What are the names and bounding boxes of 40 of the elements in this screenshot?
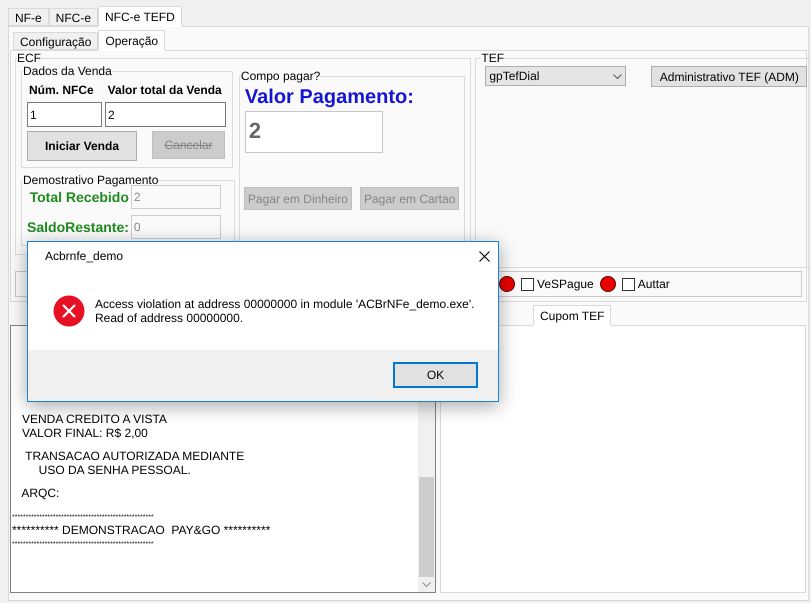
error-icon bbox=[53, 295, 85, 327]
field-label: Total Recebido bbox=[30, 188, 129, 206]
checkbox-label: VeSPague bbox=[537, 276, 594, 293]
group-title: Demostrativo Pagamento bbox=[23, 174, 158, 187]
receipt-line: ********** DEMONSTRACAO PAY&GO ********** bbox=[12, 524, 272, 538]
group-title: ECF bbox=[17, 52, 41, 65]
receipt-line: USO DA SENHA PESSOAL. bbox=[38, 464, 192, 477]
admin-button[interactable]: Administrativo TEF (ADM) bbox=[651, 66, 808, 87]
input-field[interactable]: 2 bbox=[105, 102, 226, 127]
error-message: Read of address 00000000. bbox=[95, 311, 244, 325]
checkbox[interactable] bbox=[622, 278, 635, 290]
tab[interactable]: Cupom TEF bbox=[533, 305, 612, 326]
tab[interactable]: NF-e bbox=[8, 8, 49, 26]
field-label: Núm. NFCe bbox=[29, 82, 94, 99]
field-label: Valor total da Venda bbox=[108, 82, 222, 99]
amount-label: Valor Pagamento: bbox=[244, 85, 415, 109]
chevron-down-icon bbox=[613, 74, 622, 78]
ok-button[interactable]: OK bbox=[393, 362, 478, 388]
checkbox[interactable] bbox=[521, 278, 534, 290]
receipt-line: VENDA CREDITO A VISTA bbox=[21, 413, 168, 426]
group-title: Dados da Venda bbox=[23, 65, 112, 78]
amount-display: 2 bbox=[244, 111, 383, 153]
checkbox-label: Auttar bbox=[638, 276, 670, 293]
receipt-line: TRANSACAO AUTORIZADA MEDIANTE bbox=[24, 450, 246, 464]
tab[interactable]: NFC-e TEFD bbox=[98, 6, 182, 27]
receipt-line: ARQC: bbox=[20, 487, 60, 500]
group-title: Compo pagar? bbox=[240, 70, 320, 83]
dropdown[interactable]: gpTefDial bbox=[485, 66, 626, 86]
error-message: Access violation at address 00000000 in module 'ACBrNFe_demo.exe'. bbox=[95, 297, 474, 311]
close-icon[interactable] bbox=[479, 250, 490, 262]
dialog-title: Acbrnfe_demo bbox=[45, 248, 124, 265]
tab[interactable]: NFC-e bbox=[48, 8, 98, 26]
tab[interactable]: Operação bbox=[98, 30, 166, 51]
chevron-down-icon bbox=[422, 582, 431, 587]
receipt-line: VALOR FINAL: R$ 2,00 bbox=[21, 426, 149, 440]
input-field[interactable]: 1 bbox=[27, 102, 102, 127]
action-button[interactable]: Iniciar Venda bbox=[27, 131, 137, 161]
tab[interactable]: Configuração bbox=[13, 32, 98, 50]
field-label: SaldoRestante: bbox=[27, 218, 129, 236]
group-title: TEF bbox=[481, 52, 504, 65]
